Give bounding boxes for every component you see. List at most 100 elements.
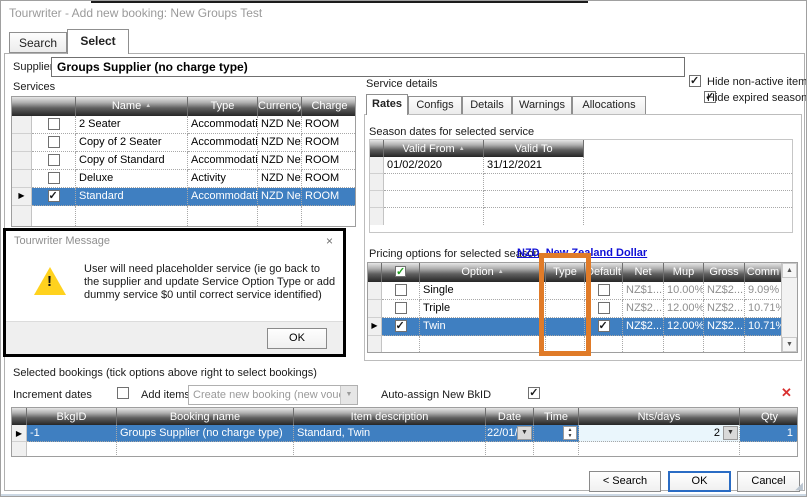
date-dropdown-icon[interactable]: ▼ (517, 426, 532, 440)
delete-booking-icon[interactable]: ✕ (781, 385, 792, 401)
currency-link[interactable]: NZD, New Zealand Dollar (517, 247, 647, 259)
row-selector-icon: ▶ (371, 321, 377, 330)
season-header-valid-from[interactable]: Valid From▲ (384, 140, 484, 157)
pricing-header-gross[interactable]: Gross (704, 263, 745, 282)
tab-search[interactable]: Search (9, 32, 67, 53)
spinner-down-icon: ▼ (564, 433, 576, 439)
pricing-header-net[interactable]: Net (623, 263, 664, 282)
bookings-header-date[interactable]: Date (486, 408, 534, 425)
supplier-field[interactable]: Groups Supplier (no charge type) (51, 57, 685, 77)
pricing-row-empty (368, 336, 797, 352)
pricing-header-default[interactable]: Default (585, 263, 623, 282)
resize-grip[interactable]: ◢ (795, 481, 803, 492)
season-header-valid-to[interactable]: Valid To (484, 140, 584, 157)
time-spinner[interactable]: ▲▼ (563, 426, 577, 440)
service-checkbox[interactable] (48, 118, 60, 130)
services-header-name[interactable]: Name▲ (76, 97, 188, 116)
booking-row-empty (12, 442, 797, 457)
check-all-checkbox[interactable] (395, 266, 406, 277)
bookings-header-row: BkgID Booking name Item description Date… (12, 408, 797, 425)
services-header-type[interactable]: Type (188, 97, 258, 116)
service-row-selected[interactable]: ▶ Standard Accommodati... NZD Ne... ROOM (12, 188, 355, 206)
bookings-grid: BkgID Booking name Item description Date… (11, 407, 798, 457)
service-row[interactable]: Copy of Standard Accommodati... NZD Ne..… (12, 152, 355, 170)
bookings-header-booking-name[interactable]: Booking name (117, 408, 294, 425)
add-items-to-dropdown[interactable]: Create new booking (new voucher) ▼ (188, 385, 358, 405)
pricing-header-option[interactable]: Option▲ (420, 263, 546, 282)
pricing-grid: Option▲ Type Default Net Mup Gross Comm … (367, 262, 798, 353)
bookings-header-item-description[interactable]: Item description (294, 408, 486, 425)
tab-warnings[interactable]: Warnings (512, 96, 572, 115)
option-checkbox[interactable] (395, 302, 407, 314)
pricing-header-mup[interactable]: Mup (664, 263, 704, 282)
screen-edge-artifact (91, 1, 588, 3)
service-checkbox[interactable] (48, 172, 60, 184)
service-row[interactable]: Copy of 2 Seater Accommodati... NZD Ne..… (12, 134, 355, 152)
pricing-scrollbar[interactable]: ▲ ▼ (781, 263, 797, 352)
pricing-row-selected[interactable]: ▶ Twin NZ$2... 12.00% NZ$2... 10.71% (368, 318, 797, 336)
default-checkbox[interactable] (598, 284, 610, 296)
pricing-row[interactable]: Triple NZ$2... 12.00% NZ$2... 10.71% (368, 300, 797, 318)
services-grid: Name▲ Type Currency Charge 2 Seater Acco… (11, 96, 356, 227)
services-header-currency[interactable]: Currency (258, 97, 302, 116)
services-header-blank (12, 97, 76, 116)
close-icon[interactable]: × (326, 234, 333, 248)
service-row[interactable]: 2 Seater Accommodati... NZD Ne... ROOM (12, 116, 355, 134)
service-details-label: Service details (366, 78, 438, 90)
search-back-button[interactable]: < Search (589, 471, 661, 492)
sort-asc-icon: ▲ (498, 269, 504, 275)
services-header-charge[interactable]: Charge (302, 97, 356, 116)
auto-assign-label: Auto-assign New BkID (381, 389, 491, 401)
pricing-header-comm[interactable]: Comm (745, 263, 781, 282)
season-dates-grid: Valid From▲ Valid To 01/02/2020 31/12/20… (369, 139, 793, 233)
default-checkbox[interactable] (598, 302, 610, 314)
option-checkbox[interactable] (395, 284, 407, 296)
dialog-ok-button[interactable]: OK (267, 328, 327, 349)
bookings-header-time[interactable]: Time (534, 408, 579, 425)
hide-non-active-label: Hide non-active items (707, 76, 807, 88)
season-row-empty (370, 174, 792, 191)
hide-expired-label: Hide expired seasons (707, 92, 807, 104)
auto-assign-checkbox[interactable] (528, 387, 540, 399)
service-checkbox[interactable] (48, 190, 60, 202)
bookings-header-nts-days[interactable]: Nts/days (579, 408, 740, 425)
tab-details[interactable]: Details (462, 96, 512, 115)
default-checkbox[interactable] (598, 320, 610, 332)
pricing-header-row: Option▲ Type Default Net Mup Gross Comm (368, 263, 797, 282)
tab-allocations[interactable]: Allocations (572, 96, 646, 115)
warning-icon (34, 267, 66, 295)
cancel-button[interactable]: Cancel (737, 471, 800, 492)
bookings-header-bkgid[interactable]: BkgID (27, 408, 117, 425)
scroll-down-icon[interactable]: ▼ (782, 337, 797, 352)
service-checkbox[interactable] (48, 136, 60, 148)
scroll-up-icon[interactable]: ▲ (782, 263, 797, 278)
hide-non-active-checkbox[interactable] (689, 75, 701, 87)
option-checkbox[interactable] (395, 320, 407, 332)
bookings-header-qty[interactable]: Qty (740, 408, 798, 425)
season-row[interactable]: 01/02/2020 31/12/2021 (370, 157, 792, 174)
season-row-empty (370, 208, 792, 225)
sort-asc-icon: ▲ (145, 103, 151, 109)
tourwriter-message-dialog: Tourwriter Message × User will need plac… (3, 228, 346, 357)
row-selector-icon: ▶ (16, 429, 22, 438)
increment-dates-checkbox[interactable] (117, 387, 129, 399)
pricing-row[interactable]: Single NZ$1... 10.00% NZ$2... 9.09% (368, 282, 797, 300)
tab-rates[interactable]: Rates (366, 94, 408, 115)
tourwriter-window: Tourwriter - Add new booking: New Groups… (0, 0, 807, 497)
chevron-down-icon: ▼ (340, 386, 357, 404)
nts-dropdown-icon[interactable]: ▼ (723, 426, 738, 440)
season-row-empty (370, 191, 792, 208)
services-label: Services (13, 81, 55, 93)
ok-button[interactable]: OK (668, 471, 731, 492)
service-row[interactable]: Deluxe Activity NZD Ne... ROOM (12, 170, 355, 188)
row-selector-icon: ▶ (18, 191, 24, 200)
service-checkbox[interactable] (48, 154, 60, 166)
booking-row-selected[interactable]: ▶ -1 Groups Supplier (no charge type) St… (12, 425, 797, 442)
dialog-message: User will need placeholder service (ie g… (84, 263, 336, 302)
pricing-header-type[interactable]: Type (546, 263, 585, 282)
pricing-header-checkall[interactable] (382, 263, 420, 282)
season-header-row: Valid From▲ Valid To (370, 140, 792, 157)
tab-select[interactable]: Select (67, 29, 129, 54)
increment-dates-label: Increment dates (13, 389, 92, 401)
tab-configs[interactable]: Configs (408, 96, 462, 115)
